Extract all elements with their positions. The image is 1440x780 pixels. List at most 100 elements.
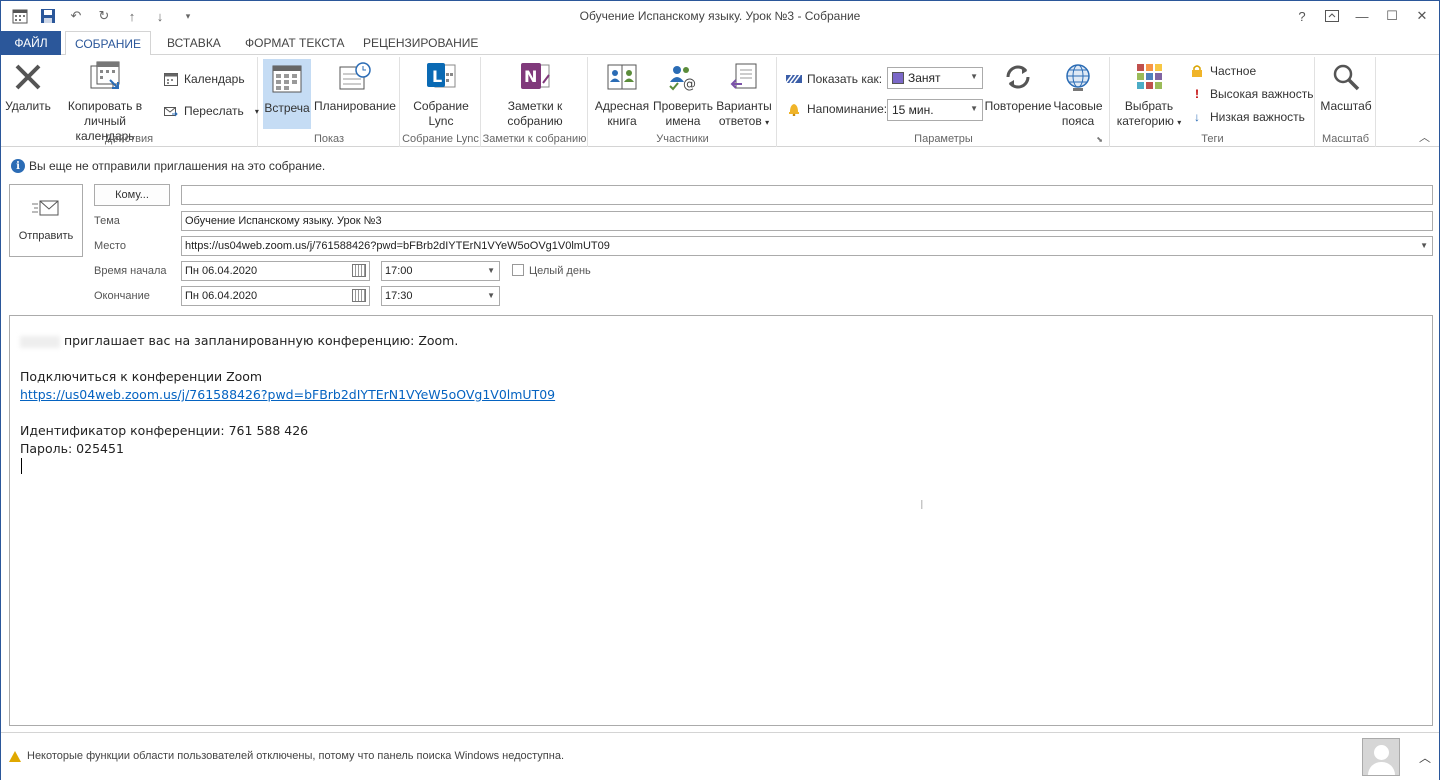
people-pane-avatar[interactable]: [1362, 738, 1400, 776]
group-tags-label: Теги: [1201, 133, 1224, 145]
notes-line2: собранию: [507, 114, 563, 128]
all-day-checkbox[interactable]: [512, 264, 524, 276]
low-importance-button[interactable]: ↓ Низкая важность: [1189, 107, 1305, 127]
group-notes-label: Заметки к собранию: [482, 133, 587, 145]
end-date-field[interactable]: Пн 06.04.2020: [181, 286, 370, 306]
response-line2-wrap: ответов ▾: [719, 114, 769, 130]
group-show: Встреча Планирование Показ: [259, 57, 400, 147]
reminder-select[interactable]: 15 мин. ▼: [887, 99, 983, 121]
recurrence-icon: [1000, 59, 1036, 95]
cat-line2-wrap: категорию ▾: [1117, 114, 1181, 130]
meeting-view-button[interactable]: Встреча: [263, 59, 311, 129]
ribbon-tabs: ФАЙЛ СОБРАНИЕ ВСТАВКА ФОРМАТ ТЕКСТА РЕЦЕ…: [1, 31, 1439, 56]
recurrence-button[interactable]: Повторение: [984, 59, 1052, 114]
tab-file[interactable]: ФАЙЛ: [1, 31, 61, 55]
location-label: Место: [94, 240, 126, 252]
to-field[interactable]: [181, 185, 1433, 205]
lync-line2: Lync: [428, 114, 454, 128]
subject-field[interactable]: Обучение Испанскому языку. Урок №3: [181, 211, 1433, 231]
time-zones-button[interactable]: Часовые пояса: [1050, 59, 1106, 129]
show-as-select[interactable]: Занят ▼: [887, 67, 983, 89]
end-time-dropdown-icon[interactable]: ▼: [487, 287, 495, 305]
start-date-picker-icon[interactable]: [352, 264, 366, 277]
scheduling-label: Планирование: [314, 99, 396, 113]
delete-label: Удалить: [5, 99, 51, 113]
cat-line1: Выбрать: [1124, 99, 1174, 113]
check-names-button[interactable]: @ Проверить имена: [651, 59, 715, 129]
check-line2: имена: [665, 114, 701, 128]
group-lync-label: Собрание Lync: [402, 133, 479, 145]
close-button[interactable]: ✕: [1409, 5, 1435, 27]
options-dialog-launcher-icon[interactable]: ⬊: [1096, 135, 1103, 144]
help-button[interactable]: ?: [1289, 5, 1315, 27]
reminder-value: 15 мин.: [892, 103, 934, 117]
copy-to-calendar-button[interactable]: Копировать в личный календарь: [53, 59, 157, 144]
ribbon-display-options-button[interactable]: [1319, 5, 1345, 27]
to-button[interactable]: Кому...: [94, 184, 170, 206]
location-field[interactable]: https://us04web.zoom.us/j/761588426?pwd=…: [181, 236, 1433, 256]
group-lync: L Собрание Lync Собрание Lync: [401, 57, 481, 147]
tz-line1: Часовые: [1053, 99, 1103, 113]
group-zoom: Масштаб Масштаб: [1316, 57, 1376, 147]
start-date-value: Пн 06.04.2020: [185, 265, 258, 277]
private-label: Частное: [1210, 64, 1257, 78]
categorize-button[interactable]: Выбрать категорию ▾: [1115, 59, 1183, 130]
maximize-button[interactable]: ☐: [1379, 5, 1405, 27]
response-dropdown-icon: ▾: [765, 118, 770, 127]
scheduling-button[interactable]: Планирование: [313, 59, 397, 114]
calendar-button[interactable]: Календарь: [163, 69, 245, 89]
redacted-name: [20, 335, 60, 348]
zoom-button[interactable]: Масштаб: [1320, 59, 1372, 114]
calendar-label: Календарь: [184, 72, 245, 86]
info-text: Вы еще не отправили приглашения на это с…: [29, 159, 326, 173]
end-time-field[interactable]: 17:30 ▼: [381, 286, 500, 306]
location-value: https://us04web.zoom.us/j/761588426?pwd=…: [185, 240, 610, 252]
send-button[interactable]: Отправить: [9, 184, 83, 257]
window-controls: ? — ☐ ✕: [1289, 5, 1435, 27]
end-date-picker-icon[interactable]: [352, 289, 366, 302]
meeting-window: ↶ ↻ ↑ ↓ ▾ Обучение Испанскому языку. Уро…: [0, 0, 1440, 780]
group-actions-label: Действия: [104, 133, 154, 145]
globe-icon: [1060, 59, 1096, 95]
delete-x-icon: [10, 59, 46, 95]
show-as-label: Показать как:: [807, 72, 883, 86]
forward-icon: [163, 103, 179, 119]
address-line2: книга: [607, 114, 637, 128]
copy-line1: Копировать в: [67, 99, 143, 113]
start-time-field[interactable]: 17:00 ▼: [381, 261, 500, 281]
tz-line2: пояса: [1061, 114, 1095, 128]
high-importance-button[interactable]: ! Высокая важность: [1189, 84, 1313, 104]
expand-people-pane-icon[interactable]: ︿: [1419, 749, 1431, 766]
body-line4: Пароль: 025451: [20, 441, 124, 456]
magnifier-icon: [1328, 59, 1364, 95]
tab-meeting[interactable]: СОБРАНИЕ: [65, 31, 151, 56]
response-options-button[interactable]: Варианты ответов ▾: [715, 59, 773, 130]
info-icon: i: [11, 159, 25, 173]
group-notes: N Заметки к собранию Заметки к собранию: [482, 57, 588, 147]
start-time-value: 17:00: [385, 265, 413, 277]
start-date-field[interactable]: Пн 06.04.2020: [181, 261, 370, 281]
location-dropdown-icon[interactable]: ▼: [1420, 237, 1428, 255]
calendar-icon: [163, 71, 179, 87]
avatar-head: [1374, 745, 1389, 760]
status-bar: Некоторые функции области пользователей …: [1, 732, 1439, 780]
address-book-button[interactable]: Адресная книга: [593, 59, 651, 129]
group-show-label: Показ: [313, 133, 345, 145]
tab-format-text[interactable]: ФОРМАТ ТЕКСТА: [233, 31, 356, 55]
tab-review[interactable]: РЕЦЕНЗИРОВАНИЕ: [351, 31, 490, 55]
message-body[interactable]: приглашает вас на запланированную конфер…: [9, 315, 1433, 726]
forward-button[interactable]: Переслать ▾: [163, 101, 259, 121]
send-envelope-icon: [32, 199, 60, 220]
tab-insert[interactable]: ВСТАВКА: [155, 31, 233, 55]
collapse-ribbon-icon[interactable]: ︿: [1419, 129, 1430, 145]
recurrence-label: Повторение: [984, 99, 1052, 113]
window-title: Обучение Испанскому языку. Урок №3 - Соб…: [579, 9, 861, 23]
minimize-button[interactable]: —: [1349, 5, 1375, 27]
start-time-dropdown-icon[interactable]: ▼: [487, 262, 495, 280]
delete-button[interactable]: Удалить: [5, 59, 51, 114]
private-button[interactable]: Частное: [1189, 61, 1256, 81]
check-line1: Проверить: [652, 99, 713, 113]
lync-meeting-button[interactable]: L Собрание Lync: [407, 59, 475, 129]
meeting-notes-button[interactable]: N Заметки к собранию: [500, 59, 570, 129]
body-zoom-link[interactable]: https://us04web.zoom.us/j/761588426?pwd=…: [20, 387, 555, 402]
